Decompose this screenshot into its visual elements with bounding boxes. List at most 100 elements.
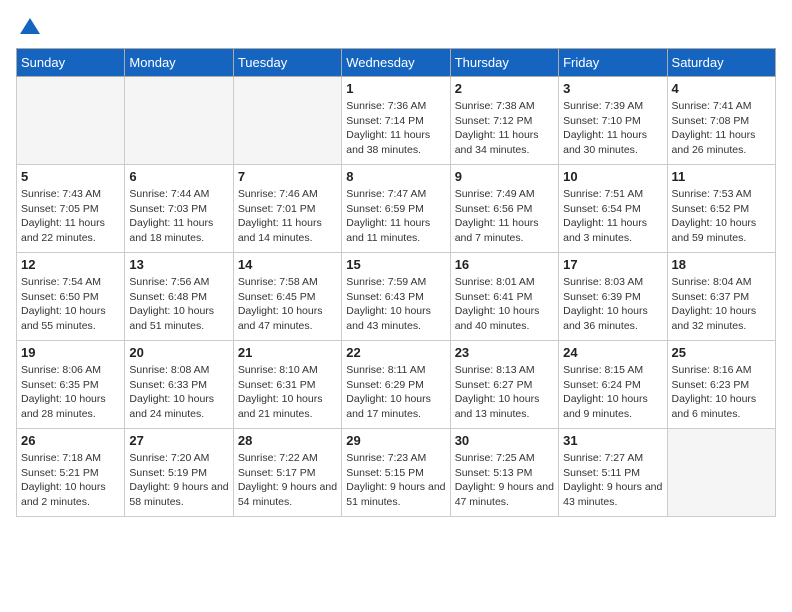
day-number: 27 (129, 433, 228, 448)
day-number: 30 (455, 433, 554, 448)
calendar-table: SundayMondayTuesdayWednesdayThursdayFrid… (16, 48, 776, 517)
day-info: Sunrise: 7:59 AM Sunset: 6:43 PM Dayligh… (346, 275, 445, 334)
day-number: 29 (346, 433, 445, 448)
calendar-week-row: 1 Sunrise: 7:36 AM Sunset: 7:14 PM Daylig… (17, 77, 776, 165)
calendar-cell: 10Sunrise: 7:51 AM Sunset: 6:54 PM Dayli… (559, 165, 667, 253)
day-number: 21 (238, 345, 337, 360)
day-number: 28 (238, 433, 337, 448)
day-number: 17 (563, 257, 662, 272)
day-info: Sunrise: 8:13 AM Sunset: 6:27 PM Dayligh… (455, 363, 554, 422)
calendar-cell: 20 Sunrise: 8:08 AM Sunset: 6:33 PM Dayli… (125, 341, 233, 429)
day-info: Sunrise: 7:27 AM Sunset: 5:11 PM Dayligh… (563, 451, 662, 510)
calendar-cell: 8Sunrise: 7:47 AM Sunset: 6:59 PM Daylig… (342, 165, 450, 253)
day-info: Sunrise: 7:58 AM Sunset: 6:45 PM Dayligh… (238, 275, 337, 334)
day-info: Sunrise: 8:04 AM Sunset: 6:37 PM Dayligh… (672, 275, 771, 334)
calendar-cell: 26 Sunrise: 7:18 AM Sunset: 5:21 PM Dayli… (17, 429, 125, 517)
day-info: Sunrise: 8:08 AM Sunset: 6:33 PM Dayligh… (129, 363, 228, 422)
day-info: Sunrise: 7:43 AM Sunset: 7:05 PM Dayligh… (21, 187, 120, 246)
day-number: 25 (672, 345, 771, 360)
calendar-cell: 31Sunrise: 7:27 AM Sunset: 5:11 PM Dayli… (559, 429, 667, 517)
day-number: 22 (346, 345, 445, 360)
calendar-cell: 9 Sunrise: 7:49 AM Sunset: 6:56 PM Daylig… (450, 165, 558, 253)
day-info: Sunrise: 7:53 AM Sunset: 6:52 PM Dayligh… (672, 187, 771, 246)
calendar-cell (17, 77, 125, 165)
day-number: 20 (129, 345, 228, 360)
calendar-cell: 24 Sunrise: 8:15 AM Sunset: 6:24 PM Dayli… (559, 341, 667, 429)
day-info: Sunrise: 7:18 AM Sunset: 5:21 PM Dayligh… (21, 451, 120, 510)
day-number: 9 (455, 169, 554, 184)
day-number: 10 (563, 169, 662, 184)
calendar-cell: 12Sunrise: 7:54 AM Sunset: 6:50 PM Dayli… (17, 253, 125, 341)
day-number: 5 (21, 169, 120, 184)
logo-icon (18, 16, 42, 40)
day-info: Sunrise: 7:46 AM Sunset: 7:01 PM Dayligh… (238, 187, 337, 246)
day-info: Sunrise: 7:22 AM Sunset: 5:17 PM Dayligh… (238, 451, 337, 510)
calendar-cell: 18Sunrise: 8:04 AM Sunset: 6:37 PM Dayli… (667, 253, 775, 341)
day-info: Sunrise: 8:01 AM Sunset: 6:41 PM Dayligh… (455, 275, 554, 334)
day-info: Sunrise: 7:36 AM Sunset: 7:14 PM Dayligh… (346, 99, 445, 158)
calendar-cell (233, 77, 341, 165)
calendar-cell: 28 Sunrise: 7:22 AM Sunset: 5:17 PM Dayli… (233, 429, 341, 517)
day-number: 19 (21, 345, 120, 360)
calendar-cell: 23 Sunrise: 8:13 AM Sunset: 6:27 PM Dayli… (450, 341, 558, 429)
day-number: 4 (672, 81, 771, 96)
calendar-cell: 16 Sunrise: 8:01 AM Sunset: 6:41 PM Dayli… (450, 253, 558, 341)
calendar-cell: 15Sunrise: 7:59 AM Sunset: 6:43 PM Dayli… (342, 253, 450, 341)
logo (16, 16, 42, 36)
day-info: Sunrise: 7:49 AM Sunset: 6:56 PM Dayligh… (455, 187, 554, 246)
day-number: 23 (455, 345, 554, 360)
calendar-cell: 17 Sunrise: 8:03 AM Sunset: 6:39 PM Dayli… (559, 253, 667, 341)
day-info: Sunrise: 7:20 AM Sunset: 5:19 PM Dayligh… (129, 451, 228, 510)
day-number: 6 (129, 169, 228, 184)
weekday-header: Monday (125, 49, 233, 77)
weekday-header: Wednesday (342, 49, 450, 77)
calendar-cell: 6 Sunrise: 7:44 AM Sunset: 7:03 PM Daylig… (125, 165, 233, 253)
day-number: 16 (455, 257, 554, 272)
day-info: Sunrise: 8:10 AM Sunset: 6:31 PM Dayligh… (238, 363, 337, 422)
day-info: Sunrise: 8:15 AM Sunset: 6:24 PM Dayligh… (563, 363, 662, 422)
calendar-cell: 5 Sunrise: 7:43 AM Sunset: 7:05 PM Daylig… (17, 165, 125, 253)
day-info: Sunrise: 7:39 AM Sunset: 7:10 PM Dayligh… (563, 99, 662, 158)
day-info: Sunrise: 7:41 AM Sunset: 7:08 PM Dayligh… (672, 99, 771, 158)
calendar-cell (667, 429, 775, 517)
calendar-cell: 21 Sunrise: 8:10 AM Sunset: 6:31 PM Dayli… (233, 341, 341, 429)
calendar-cell: 11 Sunrise: 7:53 AM Sunset: 6:52 PM Dayli… (667, 165, 775, 253)
day-info: Sunrise: 8:06 AM Sunset: 6:35 PM Dayligh… (21, 363, 120, 422)
weekday-header: Tuesday (233, 49, 341, 77)
day-info: Sunrise: 7:38 AM Sunset: 7:12 PM Dayligh… (455, 99, 554, 158)
calendar-cell: 14 Sunrise: 7:58 AM Sunset: 6:45 PM Dayli… (233, 253, 341, 341)
calendar-cell: 1 Sunrise: 7:36 AM Sunset: 7:14 PM Daylig… (342, 77, 450, 165)
day-number: 2 (455, 81, 554, 96)
day-info: Sunrise: 7:54 AM Sunset: 6:50 PM Dayligh… (21, 275, 120, 334)
page-header (16, 16, 776, 36)
calendar-week-row: 26 Sunrise: 7:18 AM Sunset: 5:21 PM Dayli… (17, 429, 776, 517)
day-number: 11 (672, 169, 771, 184)
weekday-header-row: SundayMondayTuesdayWednesdayThursdayFrid… (17, 49, 776, 77)
weekday-header: Thursday (450, 49, 558, 77)
weekday-header: Saturday (667, 49, 775, 77)
day-info: Sunrise: 8:16 AM Sunset: 6:23 PM Dayligh… (672, 363, 771, 422)
calendar-cell: 4 Sunrise: 7:41 AM Sunset: 7:08 PM Daylig… (667, 77, 775, 165)
day-number: 3 (563, 81, 662, 96)
day-number: 14 (238, 257, 337, 272)
day-number: 24 (563, 345, 662, 360)
day-info: Sunrise: 7:56 AM Sunset: 6:48 PM Dayligh… (129, 275, 228, 334)
calendar-cell: 13Sunrise: 7:56 AM Sunset: 6:48 PM Dayli… (125, 253, 233, 341)
calendar-cell: 29 Sunrise: 7:23 AM Sunset: 5:15 PM Dayli… (342, 429, 450, 517)
day-info: Sunrise: 7:47 AM Sunset: 6:59 PM Dayligh… (346, 187, 445, 246)
calendar-cell: 30Sunrise: 7:25 AM Sunset: 5:13 PM Dayli… (450, 429, 558, 517)
day-info: Sunrise: 8:03 AM Sunset: 6:39 PM Dayligh… (563, 275, 662, 334)
day-number: 26 (21, 433, 120, 448)
calendar-body: 1 Sunrise: 7:36 AM Sunset: 7:14 PM Daylig… (17, 77, 776, 517)
weekday-header: Sunday (17, 49, 125, 77)
calendar-cell: 25 Sunrise: 8:16 AM Sunset: 6:23 PM Dayli… (667, 341, 775, 429)
calendar-cell: 2 Sunrise: 7:38 AM Sunset: 7:12 PM Daylig… (450, 77, 558, 165)
calendar-cell: 19 Sunrise: 8:06 AM Sunset: 6:35 PM Dayli… (17, 341, 125, 429)
calendar-cell: 22Sunrise: 8:11 AM Sunset: 6:29 PM Dayli… (342, 341, 450, 429)
calendar-cell (125, 77, 233, 165)
calendar-week-row: 5 Sunrise: 7:43 AM Sunset: 7:05 PM Daylig… (17, 165, 776, 253)
day-number: 7 (238, 169, 337, 184)
day-number: 1 (346, 81, 445, 96)
day-info: Sunrise: 7:23 AM Sunset: 5:15 PM Dayligh… (346, 451, 445, 510)
day-info: Sunrise: 7:44 AM Sunset: 7:03 PM Dayligh… (129, 187, 228, 246)
